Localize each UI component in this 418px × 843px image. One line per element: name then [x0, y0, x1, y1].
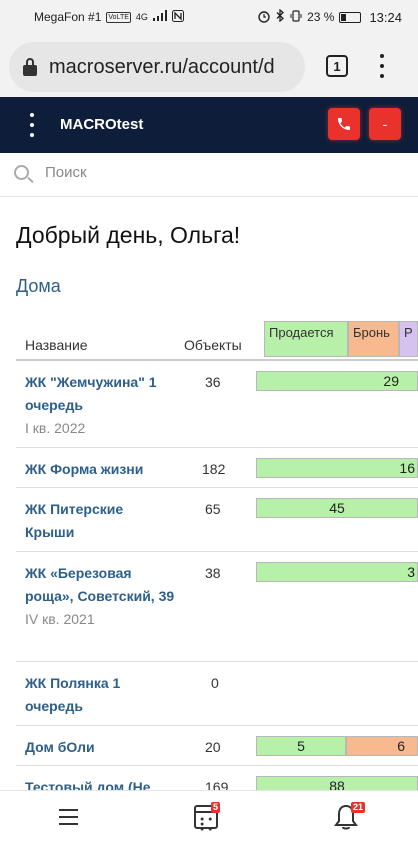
phone-icon: [338, 118, 350, 130]
app-header: MACROtest -: [0, 97, 418, 153]
app-menu-icon[interactable]: [30, 113, 34, 137]
bottom-nav: ● ● ● ● ● 5 21: [0, 790, 418, 843]
greeting-heading: Добрый день, Ольга!: [16, 222, 241, 248]
house-link[interactable]: Дом бОли: [25, 736, 225, 759]
table-row: Дом бОли 20 5 6: [16, 726, 418, 766]
sale-bar[interactable]: 88: [256, 776, 418, 790]
house-link[interactable]: ЖК Питерские Крыши: [25, 498, 175, 544]
house-link[interactable]: ЖК "Жемчужина" 1 очередь I кв. 2022: [25, 371, 175, 440]
objects-count: 65: [205, 501, 221, 517]
table-row: ЖК Полянка 1 очередь 0: [16, 662, 418, 726]
sale-bar[interactable]: 16: [256, 458, 418, 478]
search-bar: [0, 153, 418, 197]
section-title: Дома: [16, 276, 61, 296]
objects-count: 0: [211, 675, 219, 691]
calendar-badge: 5: [211, 802, 221, 813]
signal-icon: [152, 10, 167, 24]
tab-switcher-button[interactable]: 1: [326, 55, 348, 77]
lock-icon: [23, 58, 37, 76]
completion-date: IV кв. 2021: [25, 611, 95, 627]
objects-count: 182: [202, 461, 226, 477]
column-header-name[interactable]: Название: [25, 337, 88, 353]
objects-count: 38: [205, 565, 221, 581]
sale-bar[interactable]: 3: [256, 562, 418, 582]
objects-count: 20: [205, 739, 221, 755]
completion-date: I кв. 2022: [25, 420, 86, 436]
booked-bar[interactable]: 6: [346, 736, 418, 756]
table-row: ЖК «Березовая роща», Советский, 39 IV кв…: [16, 552, 418, 662]
house-link[interactable]: ЖК «Березовая роща», Советский, 39 IV кв…: [25, 562, 175, 631]
objects-count: 169: [205, 779, 229, 790]
app-title: MACROtest: [60, 116, 144, 133]
vibrate-icon: [290, 9, 302, 25]
table-row: ЖК Форма жизни 182 16: [16, 448, 418, 488]
search-icon: [14, 165, 34, 185]
objects-count: 36: [205, 374, 221, 390]
column-header-sold: Р: [399, 321, 418, 357]
sale-bar[interactable]: 29: [256, 371, 418, 391]
minus-button[interactable]: -: [369, 108, 401, 140]
notifications-badge: 21: [351, 802, 366, 813]
network-type: 4G: [135, 12, 148, 22]
browser-menu-icon[interactable]: [380, 54, 384, 78]
battery-icon: [339, 11, 362, 23]
alarm-icon: [257, 9, 271, 26]
house-link[interactable]: ЖК Форма жизни: [25, 458, 225, 481]
bluetooth-icon: [276, 8, 285, 25]
nfc-icon: [171, 9, 184, 25]
address-bar[interactable]: macroserver.ru/account/d: [9, 42, 305, 92]
table-row: ЖК "Жемчужина" 1 очередь I кв. 2022 36 2…: [16, 361, 418, 448]
menu-icon[interactable]: [59, 809, 78, 825]
battery-percent: 23 %: [307, 10, 335, 24]
volte-badge: VoLTE: [106, 11, 131, 23]
column-header-booked: Бронь: [348, 321, 399, 357]
call-button[interactable]: [328, 108, 360, 140]
sale-bar[interactable]: 5: [256, 736, 346, 756]
url-text[interactable]: macroserver.ru/account/d: [49, 56, 275, 79]
column-header-objects[interactable]: Объекты: [184, 337, 242, 353]
clock: 13:24: [369, 9, 402, 25]
carrier-name: MegaFon #1: [34, 10, 102, 24]
column-header-sale: Продается: [264, 321, 348, 357]
browser-toolbar: macroserver.ru/account/d 1: [0, 34, 418, 96]
main-content: Добрый день, Ольга! Дома Название Объект…: [0, 197, 418, 790]
sale-bar[interactable]: 45: [256, 498, 418, 518]
house-link[interactable]: ЖК Полянка 1 очередь: [25, 672, 175, 718]
search-input[interactable]: [45, 164, 385, 181]
status-bar: MegaFon #1 VoLTE 4G 23 % 13:24: [0, 0, 418, 34]
table-row: ЖК Питерские Крыши 65 45: [16, 488, 418, 552]
table-row: Тестовый дом (Не 169 88: [16, 766, 418, 790]
